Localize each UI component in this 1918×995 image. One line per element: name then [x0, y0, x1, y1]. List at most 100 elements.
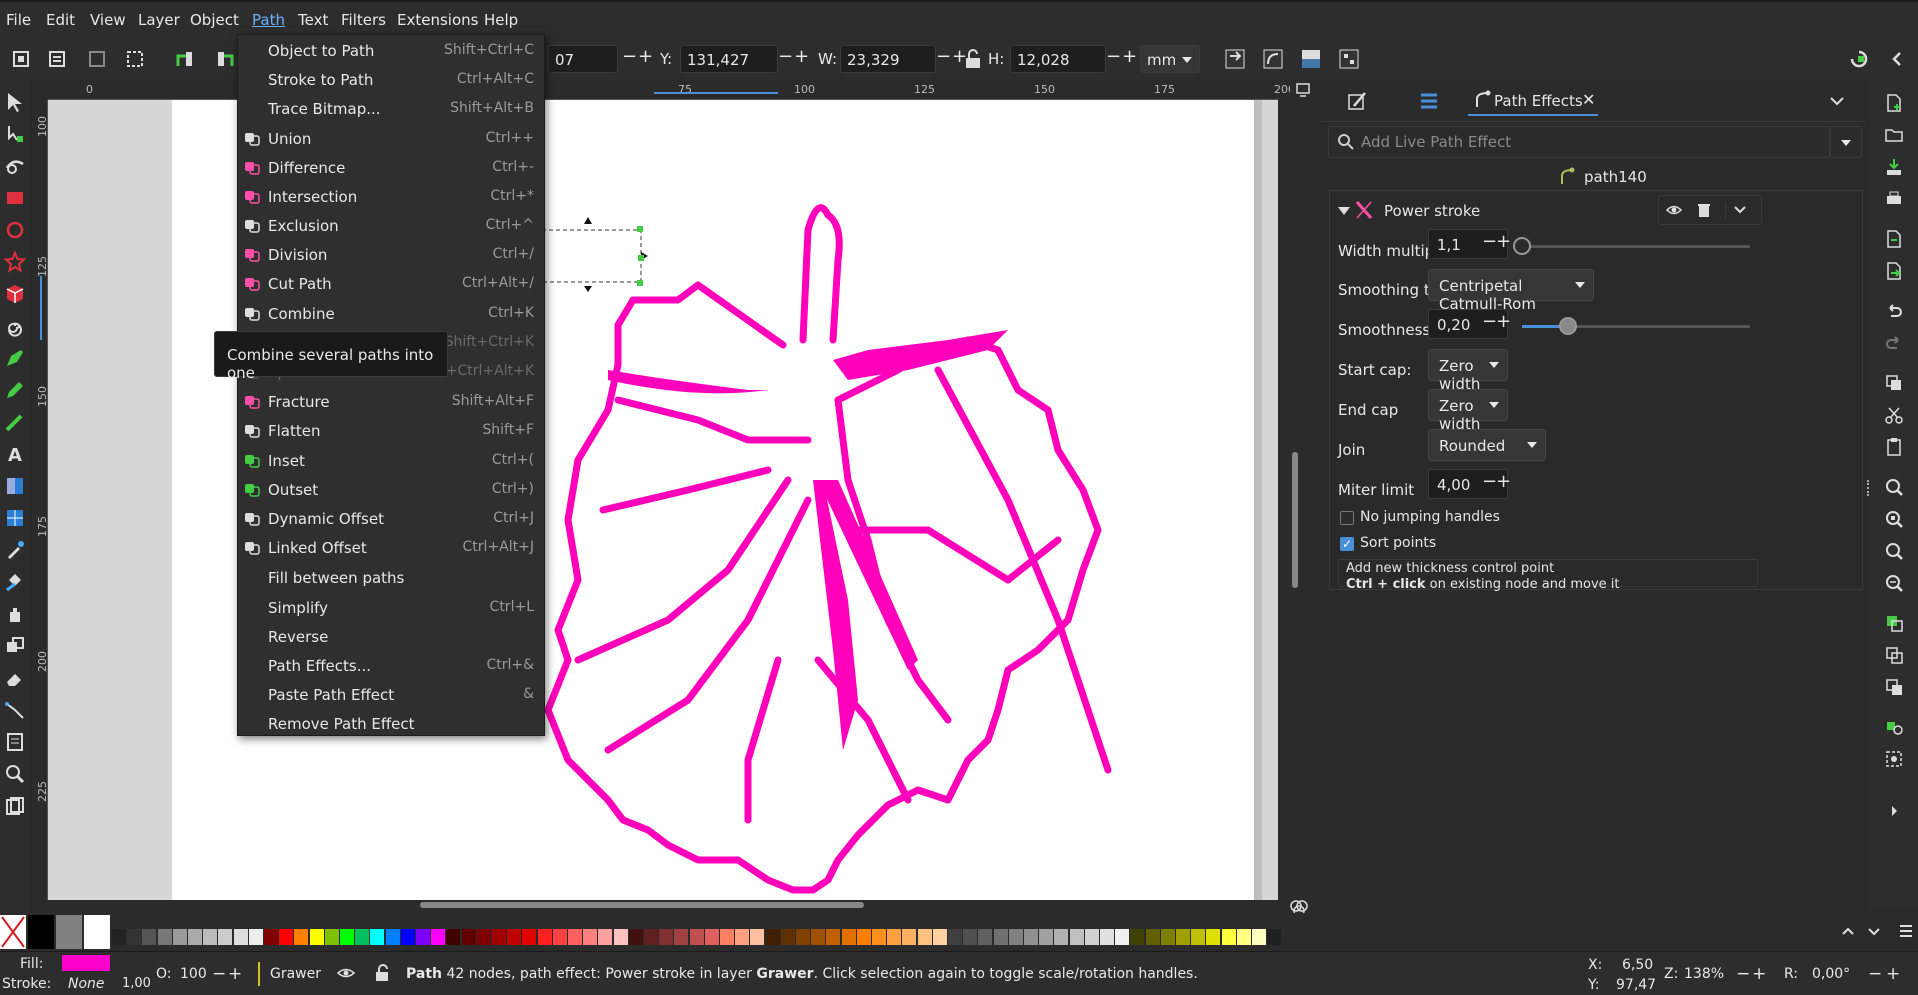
opacity-plus[interactable]: + — [228, 964, 242, 984]
color-swatch[interactable] — [994, 929, 1008, 945]
menu-view[interactable]: View — [90, 11, 126, 29]
miter-limit-plus[interactable]: + — [1496, 471, 1511, 492]
mesh-tool-icon[interactable] — [3, 506, 27, 530]
pen-tool-icon[interactable] — [3, 346, 27, 370]
path-menu-item[interactable]: Remove Path Effect — [238, 710, 544, 738]
color-swatch[interactable] — [1146, 929, 1160, 945]
leaf-drawing[interactable] — [48, 100, 1278, 900]
width-multiplier-minus[interactable]: − — [1482, 231, 1497, 252]
horizontal-scrollbar[interactable] — [420, 902, 864, 908]
unit-dropdown[interactable]: mm — [1140, 45, 1200, 73]
zoom-page-icon[interactable] — [1883, 540, 1905, 562]
smoothness-minus[interactable]: − — [1482, 311, 1497, 332]
chevron-down-icon[interactable] — [1864, 921, 1884, 941]
color-swatch[interactable] — [629, 929, 643, 945]
ungroup-icon[interactable] — [1883, 748, 1905, 770]
smoothing-type-dropdown[interactable]: Centripetal Catmull-Rom — [1428, 269, 1594, 313]
path-menu-item[interactable]: Inset Ctrl+( — [238, 447, 544, 475]
unlink-clone-icon[interactable] — [1883, 676, 1905, 698]
color-swatch[interactable] — [1024, 929, 1038, 945]
white-swatch[interactable] — [84, 915, 110, 949]
unlock-icon[interactable] — [372, 963, 392, 983]
color-swatch[interactable] — [720, 929, 734, 945]
color-swatch[interactable] — [340, 929, 354, 945]
color-swatch[interactable] — [370, 929, 384, 945]
color-swatch[interactable] — [705, 929, 719, 945]
color-swatch[interactable] — [1054, 929, 1068, 945]
cut-icon[interactable] — [1883, 404, 1905, 426]
color-swatch[interactable] — [294, 929, 308, 945]
color-swatch[interactable] — [826, 929, 840, 945]
star-tool-icon[interactable] — [3, 250, 27, 274]
stroke-width[interactable]: 1,00 — [122, 976, 151, 991]
color-swatch[interactable] — [507, 929, 521, 945]
sort-points-checkbox[interactable]: ✓ — [1340, 537, 1354, 551]
color-swatch[interactable] — [1191, 929, 1205, 945]
vertical-scrollbar[interactable] — [1292, 452, 1298, 588]
color-swatch[interactable] — [462, 929, 476, 945]
y-plus-button[interactable]: + — [794, 48, 809, 66]
color-swatch[interactable] — [279, 929, 293, 945]
rotation-plus[interactable]: + — [1886, 964, 1900, 984]
layers-tab[interactable] — [1414, 86, 1444, 116]
chevron-down-icon[interactable] — [1822, 86, 1852, 116]
color-swatch[interactable] — [872, 929, 886, 945]
path-menu-item[interactable]: Reverse — [238, 623, 544, 651]
width-multiplier-plus[interactable]: + — [1496, 231, 1511, 252]
selector-tool-icon[interactable] — [3, 90, 27, 114]
undo-icon[interactable] — [1883, 300, 1905, 322]
path-menu-item[interactable]: Fill between paths — [238, 564, 544, 592]
spray-tool-icon[interactable] — [3, 602, 27, 626]
eye-icon[interactable] — [1665, 201, 1683, 219]
select-all-icon[interactable] — [8, 46, 34, 72]
color-swatch[interactable] — [690, 929, 704, 945]
color-swatch[interactable] — [674, 929, 688, 945]
snap-toggle-icon[interactable] — [1846, 46, 1872, 72]
zoom-tool-icon[interactable] — [3, 762, 27, 786]
color-swatch[interactable] — [142, 929, 156, 945]
color-swatch[interactable] — [173, 929, 187, 945]
zoom-minus[interactable]: − — [1736, 964, 1750, 984]
copy-icon[interactable] — [1883, 372, 1905, 394]
smoothness-knob[interactable] — [1559, 317, 1577, 335]
open-icon[interactable] — [1883, 124, 1905, 146]
color-swatch[interactable] — [355, 929, 369, 945]
color-swatch[interactable] — [386, 929, 400, 945]
eraser-tool-icon[interactable] — [3, 666, 27, 690]
smoothness-plus[interactable]: + — [1496, 311, 1511, 332]
lock-ratio-icon[interactable] — [960, 46, 982, 72]
stroke-value[interactable]: None — [68, 976, 105, 992]
color-swatch[interactable] — [1206, 929, 1220, 945]
path-menu-item[interactable]: Exclusion Ctrl+^ — [238, 212, 544, 240]
scale-stroke-icon[interactable] — [1222, 46, 1248, 72]
pages-tool-icon[interactable] — [3, 730, 27, 754]
color-swatch[interactable] — [568, 929, 582, 945]
color-swatch[interactable] — [918, 929, 932, 945]
color-swatch[interactable] — [811, 929, 825, 945]
color-swatch[interactable] — [659, 929, 673, 945]
rotation-value[interactable]: 0,00° — [1812, 966, 1850, 982]
measure-tool-icon[interactable] — [3, 794, 27, 818]
touch-select-icon[interactable] — [122, 46, 148, 72]
rotate-cw-icon[interactable] — [212, 46, 238, 72]
select-all-layers-icon[interactable] — [44, 46, 70, 72]
path-menu-item[interactable]: Simplify Ctrl+L — [238, 594, 544, 622]
opacity-value[interactable]: 100 — [180, 966, 207, 982]
eye-icon[interactable] — [336, 963, 356, 983]
color-swatch[interactable] — [1070, 929, 1084, 945]
color-swatch[interactable] — [416, 929, 430, 945]
layer-name[interactable]: Grawer — [270, 966, 321, 982]
add-effect-dropdown[interactable] — [1830, 126, 1862, 158]
path-menu-item[interactable]: Linked Offset Ctrl+Alt+J — [238, 534, 544, 562]
redo-icon[interactable] — [1883, 332, 1905, 354]
expand-icon[interactable] — [1883, 800, 1905, 822]
path-menu-item[interactable]: Object to Path Shift+Ctrl+C — [238, 37, 544, 65]
path-menu-item[interactable]: Dynamic Offset Ctrl+J — [238, 505, 544, 533]
canvas[interactable] — [48, 100, 1278, 900]
color-swatch[interactable] — [1130, 929, 1144, 945]
path-menu-item[interactable]: Intersection Ctrl+* — [238, 183, 544, 211]
pencil-tool-icon[interactable] — [3, 378, 27, 402]
path-menu-item[interactable]: Cut Path Ctrl+Alt+/ — [238, 270, 544, 298]
scale-corners-icon[interactable] — [1260, 46, 1286, 72]
color-swatch[interactable] — [127, 929, 141, 945]
